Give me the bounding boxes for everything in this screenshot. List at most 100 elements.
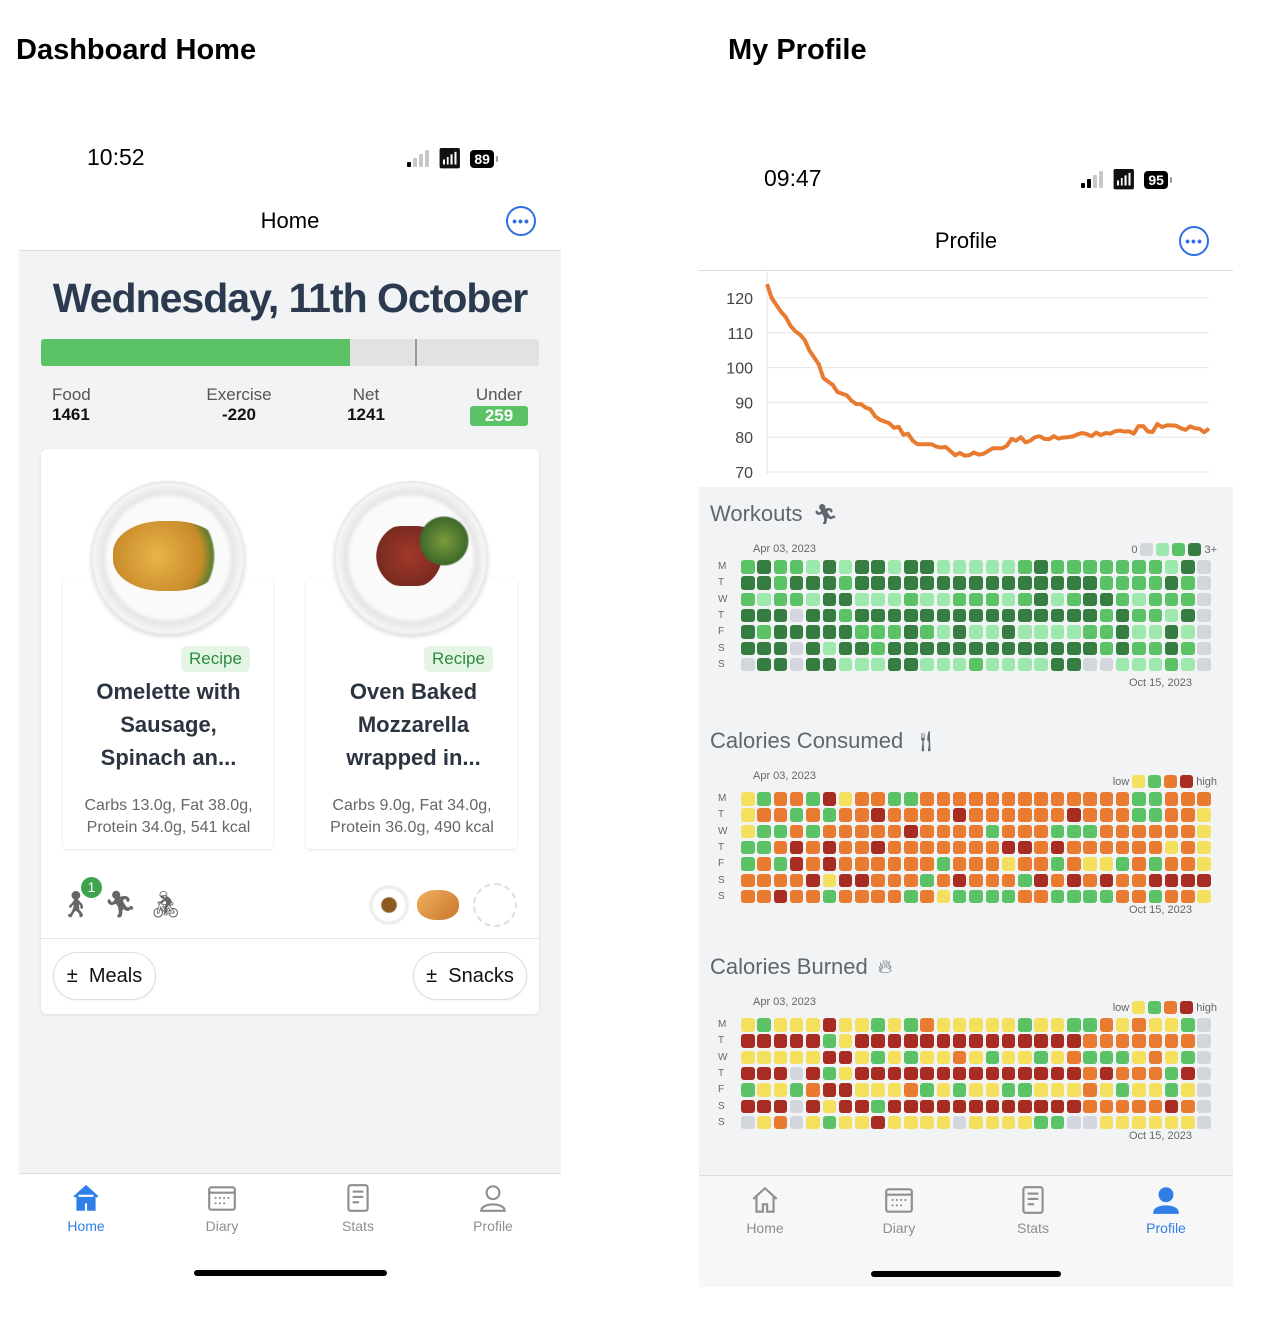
heatmap-cell[interactable] [1181, 641, 1195, 655]
heatmap-cell[interactable] [985, 857, 999, 871]
heatmap-cell[interactable] [741, 657, 755, 672]
heatmap-cell[interactable] [1115, 560, 1130, 574]
heatmap-cell[interactable] [904, 657, 918, 672]
heatmap-cell[interactable] [1018, 889, 1032, 904]
heatmap-cell[interactable] [969, 1018, 983, 1032]
heatmap-cell[interactable] [741, 1066, 755, 1081]
heatmap-cell[interactable] [1083, 873, 1097, 887]
heatmap-cell[interactable] [1115, 840, 1130, 855]
heatmap-cell[interactable] [887, 840, 902, 855]
heatmap-cell[interactable] [985, 1066, 999, 1081]
heatmap-cell[interactable] [1115, 657, 1130, 672]
heatmap-cell[interactable] [757, 1034, 771, 1048]
heatmap-cell[interactable] [1067, 1099, 1081, 1113]
heatmap-cell[interactable] [1083, 560, 1097, 574]
heatmap-cell[interactable] [1132, 1115, 1146, 1130]
heatmap-cell[interactable] [871, 1034, 885, 1048]
heatmap-cell[interactable] [789, 840, 804, 855]
heatmap-cell[interactable] [952, 608, 967, 623]
heatmap-cell[interactable] [773, 1083, 788, 1097]
heatmap-cell[interactable] [789, 608, 804, 623]
heatmap-cell[interactable] [773, 808, 788, 822]
heatmap-cell[interactable] [806, 608, 820, 623]
heatmap-cell[interactable] [887, 1083, 902, 1097]
heatmap-cell[interactable] [1001, 824, 1016, 839]
heatmap-cell[interactable] [1099, 840, 1114, 855]
heatmap-cell[interactable] [1001, 1018, 1016, 1032]
heatmap-cell[interactable] [741, 592, 755, 607]
heatmap-cell[interactable] [952, 1066, 967, 1081]
heatmap-cell[interactable] [789, 1083, 804, 1097]
heatmap-cell[interactable] [1067, 641, 1081, 655]
heatmap-cell[interactable] [773, 857, 788, 871]
heatmap-cell[interactable] [1018, 560, 1032, 574]
heatmap-cell[interactable] [1115, 625, 1130, 639]
heatmap-cell[interactable] [1034, 1066, 1048, 1081]
heatmap-cell[interactable] [1001, 657, 1016, 672]
heatmap-cell[interactable] [1197, 641, 1211, 655]
heatmap-cell[interactable] [1132, 657, 1146, 672]
heatmap-cell[interactable] [952, 1099, 967, 1113]
heatmap-cell[interactable] [1148, 608, 1162, 623]
heatmap-cell[interactable] [757, 657, 771, 672]
heatmap-cell[interactable] [757, 808, 771, 822]
heatmap-cell[interactable] [1181, 625, 1195, 639]
heatmap-cell[interactable] [1181, 1018, 1195, 1032]
heatmap-cell[interactable] [773, 1034, 788, 1048]
heatmap-cell[interactable] [1001, 608, 1016, 623]
heatmap-cell[interactable] [1034, 1083, 1048, 1097]
heatmap-cell[interactable] [887, 1066, 902, 1081]
heatmap-cell[interactable] [806, 808, 820, 822]
heatmap-cell[interactable] [952, 824, 967, 839]
heatmap-cell[interactable] [741, 808, 755, 822]
heatmap-cell[interactable] [822, 592, 836, 607]
heatmap-cell[interactable] [904, 889, 918, 904]
heatmap-cell[interactable] [936, 576, 951, 590]
heatmap-cell[interactable] [1067, 608, 1081, 623]
heatmap-cell[interactable] [952, 1018, 967, 1032]
heatmap-cell[interactable] [1115, 808, 1130, 822]
heatmap-cell[interactable] [952, 625, 967, 639]
heatmap-cell[interactable] [904, 792, 918, 806]
heatmap-cell[interactable] [1018, 1099, 1032, 1113]
heatmap-cell[interactable] [871, 657, 885, 672]
heatmap-cell[interactable] [952, 857, 967, 871]
heatmap-cell[interactable] [1164, 808, 1179, 822]
heatmap-cell[interactable] [969, 576, 983, 590]
heatmap-cell[interactable] [969, 608, 983, 623]
heatmap-cell[interactable] [936, 1099, 951, 1113]
heatmap-cell[interactable] [1001, 592, 1016, 607]
heatmap-cell[interactable] [822, 560, 836, 574]
heatmap-cell[interactable] [1018, 1115, 1032, 1130]
heatmap-cell[interactable] [1132, 560, 1146, 574]
heatmap-cell[interactable] [1197, 1034, 1211, 1048]
heatmap-cell[interactable] [838, 889, 853, 904]
coffee-icon[interactable] [369, 885, 409, 925]
heatmap-cell[interactable] [920, 560, 934, 574]
heatmap-cell[interactable] [1083, 1066, 1097, 1081]
heatmap-cell[interactable] [1001, 1066, 1016, 1081]
heatmap-cell[interactable] [773, 1018, 788, 1032]
heatmap-cell[interactable] [1148, 1115, 1162, 1130]
heatmap-cell[interactable] [1083, 889, 1097, 904]
heatmap-cell[interactable] [1164, 1066, 1179, 1081]
heatmap-cell[interactable] [773, 840, 788, 855]
heatmap-cell[interactable] [741, 857, 755, 871]
heatmap-cell[interactable] [822, 792, 836, 806]
heatmap-cell[interactable] [1132, 608, 1146, 623]
heatmap-cell[interactable] [822, 625, 836, 639]
heatmap-cell[interactable] [904, 625, 918, 639]
heatmap-cell[interactable] [806, 1099, 820, 1113]
heatmap-cell[interactable] [838, 1034, 853, 1048]
heatmap-cell[interactable] [1148, 657, 1162, 672]
heatmap-cell[interactable] [1164, 1034, 1179, 1048]
heatmap-cell[interactable] [789, 889, 804, 904]
heatmap-cell[interactable] [985, 576, 999, 590]
heatmap-cell[interactable] [985, 1115, 999, 1130]
heatmap-cell[interactable] [757, 824, 771, 839]
heatmap-cell[interactable] [1034, 873, 1048, 887]
heatmap-cell[interactable] [1083, 1099, 1097, 1113]
heatmap-cell[interactable] [920, 792, 934, 806]
heatmap-cell[interactable] [887, 641, 902, 655]
heatmap-cell[interactable] [855, 808, 869, 822]
